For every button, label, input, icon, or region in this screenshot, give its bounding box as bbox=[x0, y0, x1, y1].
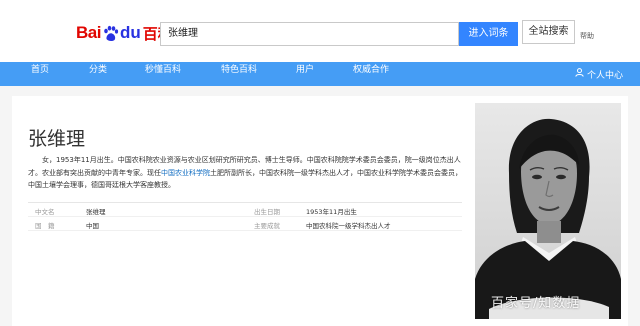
main-nav: 首页 分类 秒懂百科 特色百科 用户 权威合作 个人中心 bbox=[0, 62, 640, 86]
enter-entry-button[interactable]: 进入词条 bbox=[459, 22, 518, 46]
nav-item-miaodong[interactable]: 秒懂百科 bbox=[145, 62, 181, 86]
watermark-text: 百家号/知数据 bbox=[491, 296, 581, 311]
search-input[interactable]: 张维理 bbox=[160, 22, 459, 46]
nav-item-users[interactable]: 用户 bbox=[296, 62, 314, 86]
nav-item-category[interactable]: 分类 bbox=[89, 62, 107, 86]
info-key-chinese-name: 中文名 bbox=[35, 208, 55, 216]
entry-summary: 女，1953年11月出生。中国农科院农业资源与农业区划研究所研究员、博士生导师。… bbox=[28, 154, 464, 192]
user-center-label: 个人中心 bbox=[586, 70, 623, 81]
help-link[interactable]: 帮助 bbox=[580, 31, 594, 41]
top-header: Bai du 百科 张维理 进入词条 全站搜索 帮助 bbox=[0, 0, 640, 62]
info-value-achievement: 中国农科院一级学科杰出人才 bbox=[306, 222, 391, 230]
logo-du-text: du bbox=[119, 23, 141, 42]
entry-title: 张维理 bbox=[28, 128, 86, 150]
info-value-nationality: 中国 bbox=[86, 222, 99, 230]
user-icon bbox=[575, 68, 584, 80]
site-search-button[interactable]: 全站搜索 bbox=[522, 20, 575, 44]
info-key-birth-date: 出生日期 bbox=[254, 208, 280, 216]
info-key-achievement: 主要成就 bbox=[254, 222, 280, 230]
user-center-link[interactable]: 个人中心 bbox=[575, 62, 623, 86]
info-row: 国 籍 中国 主要成就 中国农科院一级学科杰出人才 bbox=[28, 217, 462, 231]
portrait-photo[interactable] bbox=[475, 103, 621, 319]
basic-info-table: 中文名 张维理 出生日期 1953年11月出生 国 籍 中国 主要成就 中国农科… bbox=[28, 202, 462, 231]
paw-icon bbox=[102, 25, 119, 42]
info-value-birth-date: 1953年11月出生 bbox=[306, 208, 357, 216]
info-row: 中文名 张维理 出生日期 1953年11月出生 bbox=[28, 203, 462, 217]
nav-item-featured[interactable]: 特色百科 bbox=[221, 62, 257, 86]
info-value-chinese-name: 张维理 bbox=[86, 208, 106, 216]
nav-item-authority[interactable]: 权威合作 bbox=[353, 62, 389, 86]
info-key-nationality: 国 籍 bbox=[35, 222, 55, 230]
nav-item-home[interactable]: 首页 bbox=[31, 62, 49, 86]
summary-link-caas[interactable]: 中国农业科学院 bbox=[161, 169, 210, 177]
baidu-baike-logo[interactable]: Bai du 百科 bbox=[76, 20, 173, 46]
logo-bai-text: Bai bbox=[76, 23, 101, 42]
